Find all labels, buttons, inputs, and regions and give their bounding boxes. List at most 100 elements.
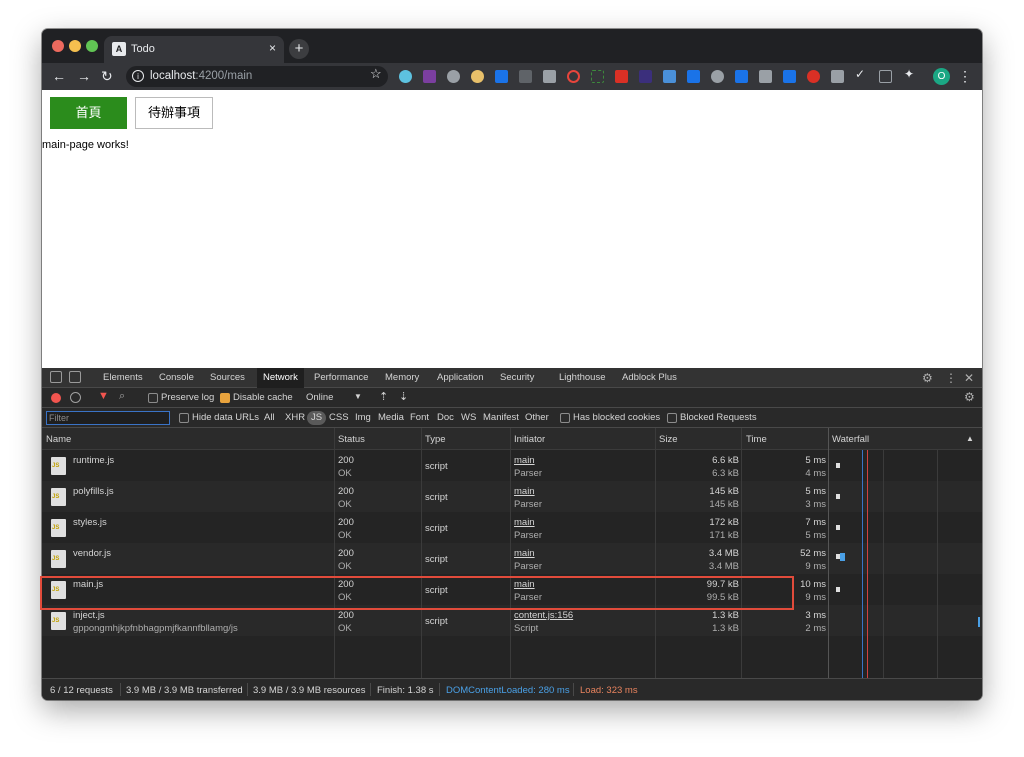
table-row[interactable]: styles.js 200 OK script main Parser 172 kB 171 … [42, 512, 982, 543]
initiator-link[interactable]: main [514, 486, 535, 497]
table-row[interactable]: runtime.js 200 OK script main Parser 6.6 kB 6.3… [42, 450, 982, 481]
tab-application[interactable]: Application [437, 372, 483, 383]
request-name[interactable]: styles.js [73, 517, 107, 528]
import-har-icon[interactable]: ⇡ [379, 390, 388, 403]
clear-icon[interactable] [70, 392, 81, 403]
hide-data-urls-checkbox[interactable] [179, 413, 189, 423]
type-font[interactable]: Font [410, 411, 429, 425]
network-settings-gear-icon[interactable]: ⚙ [964, 390, 975, 404]
tab-elements[interactable]: Elements [103, 372, 143, 383]
type-css[interactable]: CSS [329, 411, 349, 425]
extension-doc-icon[interactable] [879, 70, 892, 83]
table-row[interactable]: vendor.js 200 OK script main Parser 3.4 MB 3.4 … [42, 543, 982, 574]
type-ws[interactable]: WS [461, 411, 476, 425]
close-devtools-icon[interactable]: ✕ [964, 371, 974, 385]
extension-image-icon[interactable] [831, 70, 844, 83]
preserve-log-checkbox[interactable] [148, 393, 158, 403]
bookmark-star-icon[interactable]: ☆ [370, 66, 382, 82]
tab-close-icon[interactable]: × [269, 41, 276, 55]
address-bar[interactable]: i localhost:4200/main [126, 66, 388, 87]
initiator-link[interactable]: main [514, 517, 535, 528]
browser-tab[interactable]: A Todo × [104, 36, 284, 63]
request-name[interactable]: polyfills.js [73, 486, 114, 497]
initiator-link[interactable]: content.js:156 [514, 610, 573, 621]
has-blocked-cookies-checkbox[interactable] [560, 413, 570, 423]
more-options-icon[interactable]: ⋮ [945, 371, 957, 385]
col-type[interactable]: Type [425, 434, 446, 445]
extension-diamond-icon[interactable] [399, 70, 412, 83]
record-icon[interactable] [51, 393, 61, 403]
extension-badge-icon[interactable] [639, 70, 652, 83]
tab-sources[interactable]: Sources [210, 372, 245, 383]
filter-input[interactable]: Filter [46, 411, 170, 425]
tab-adblock-plus[interactable]: Adblock Plus [622, 372, 677, 383]
extension-trello-icon[interactable] [735, 70, 748, 83]
minimize-window-button[interactable] [69, 40, 81, 52]
col-status[interactable]: Status [338, 434, 365, 445]
type-js[interactable]: JS [307, 411, 327, 425]
home-button[interactable]: 首頁 [50, 97, 127, 129]
initiator-link[interactable]: main [514, 455, 535, 466]
browser-menu-icon[interactable]: ⋮ [958, 68, 972, 85]
tab-performance[interactable]: Performance [314, 372, 368, 383]
initiator-link[interactable]: main [514, 548, 535, 559]
col-name[interactable]: Name [46, 434, 71, 445]
tab-security[interactable]: Security [500, 372, 534, 383]
type-doc[interactable]: Doc [437, 411, 454, 425]
extension-bulb-icon[interactable] [711, 70, 724, 83]
filter-icon[interactable]: ▼ [98, 390, 109, 402]
col-size[interactable]: Size [659, 434, 677, 445]
disable-cache-checkbox[interactable] [220, 393, 230, 403]
throttle-select[interactable]: Online [306, 392, 333, 403]
maximize-window-button[interactable] [86, 40, 98, 52]
extension-onenote-icon[interactable] [423, 70, 436, 83]
extension-new-icon[interactable] [495, 70, 508, 83]
site-info-icon[interactable]: i [132, 70, 144, 82]
extensions-puzzle-icon[interactable]: ✦ [904, 67, 917, 81]
type-img[interactable]: Img [355, 411, 371, 425]
profile-avatar[interactable]: O [933, 68, 950, 85]
extension-compass-icon[interactable] [447, 70, 460, 83]
request-name[interactable]: inject.js [73, 610, 105, 621]
col-waterfall[interactable]: Waterfall [832, 434, 869, 445]
extension-grid-icon[interactable] [519, 70, 532, 83]
type-media[interactable]: Media [378, 411, 404, 425]
inspect-element-icon[interactable] [50, 371, 62, 383]
extension-card-icon[interactable] [687, 70, 700, 83]
col-time[interactable]: Time [746, 434, 767, 445]
type-other[interactable]: Other [525, 411, 549, 425]
type-xhr[interactable]: XHR [285, 411, 305, 425]
extension-frame-icon[interactable] [591, 70, 604, 83]
tab-memory[interactable]: Memory [385, 372, 419, 383]
extension-red-icon[interactable] [615, 70, 628, 83]
close-window-button[interactable] [52, 40, 64, 52]
sort-asc-icon[interactable]: ▲ [966, 434, 974, 443]
search-icon[interactable]: ⌕ [119, 390, 125, 403]
tab-console[interactable]: Console [159, 372, 194, 383]
extension-block-icon[interactable] [567, 70, 580, 83]
blocked-requests-checkbox[interactable] [667, 413, 677, 423]
col-initiator[interactable]: Initiator [514, 434, 545, 445]
todo-button[interactable]: 待辦事項 [135, 97, 213, 129]
forward-arrow-icon[interactable]: → [77, 68, 91, 84]
settings-gear-icon[interactable]: ⚙ [922, 371, 933, 385]
request-name[interactable]: runtime.js [73, 455, 114, 466]
extension-board-icon[interactable] [783, 70, 796, 83]
back-arrow-icon[interactable]: ← [52, 68, 66, 84]
type-all[interactable]: All [264, 411, 275, 425]
extension-window-icon[interactable] [543, 70, 556, 83]
extension-check-icon[interactable]: ✓ [855, 67, 868, 81]
adblock-plus-icon[interactable] [807, 70, 820, 83]
throttle-dropdown-icon[interactable]: ▼ [354, 392, 362, 401]
reload-icon[interactable]: ↻ [101, 68, 113, 84]
extension-puzzle-icon[interactable] [471, 70, 484, 83]
new-tab-button[interactable]: + [289, 39, 309, 59]
device-toolbar-icon[interactable] [69, 371, 81, 383]
export-har-icon[interactable]: ⇣ [399, 390, 408, 403]
tab-lighthouse[interactable]: Lighthouse [559, 372, 605, 383]
extension-screenshot-icon[interactable] [663, 70, 676, 83]
tab-network[interactable]: Network [257, 368, 304, 388]
extension-columns-icon[interactable] [759, 70, 772, 83]
type-manifest[interactable]: Manifest [483, 411, 519, 425]
request-name[interactable]: vendor.js [73, 548, 111, 559]
